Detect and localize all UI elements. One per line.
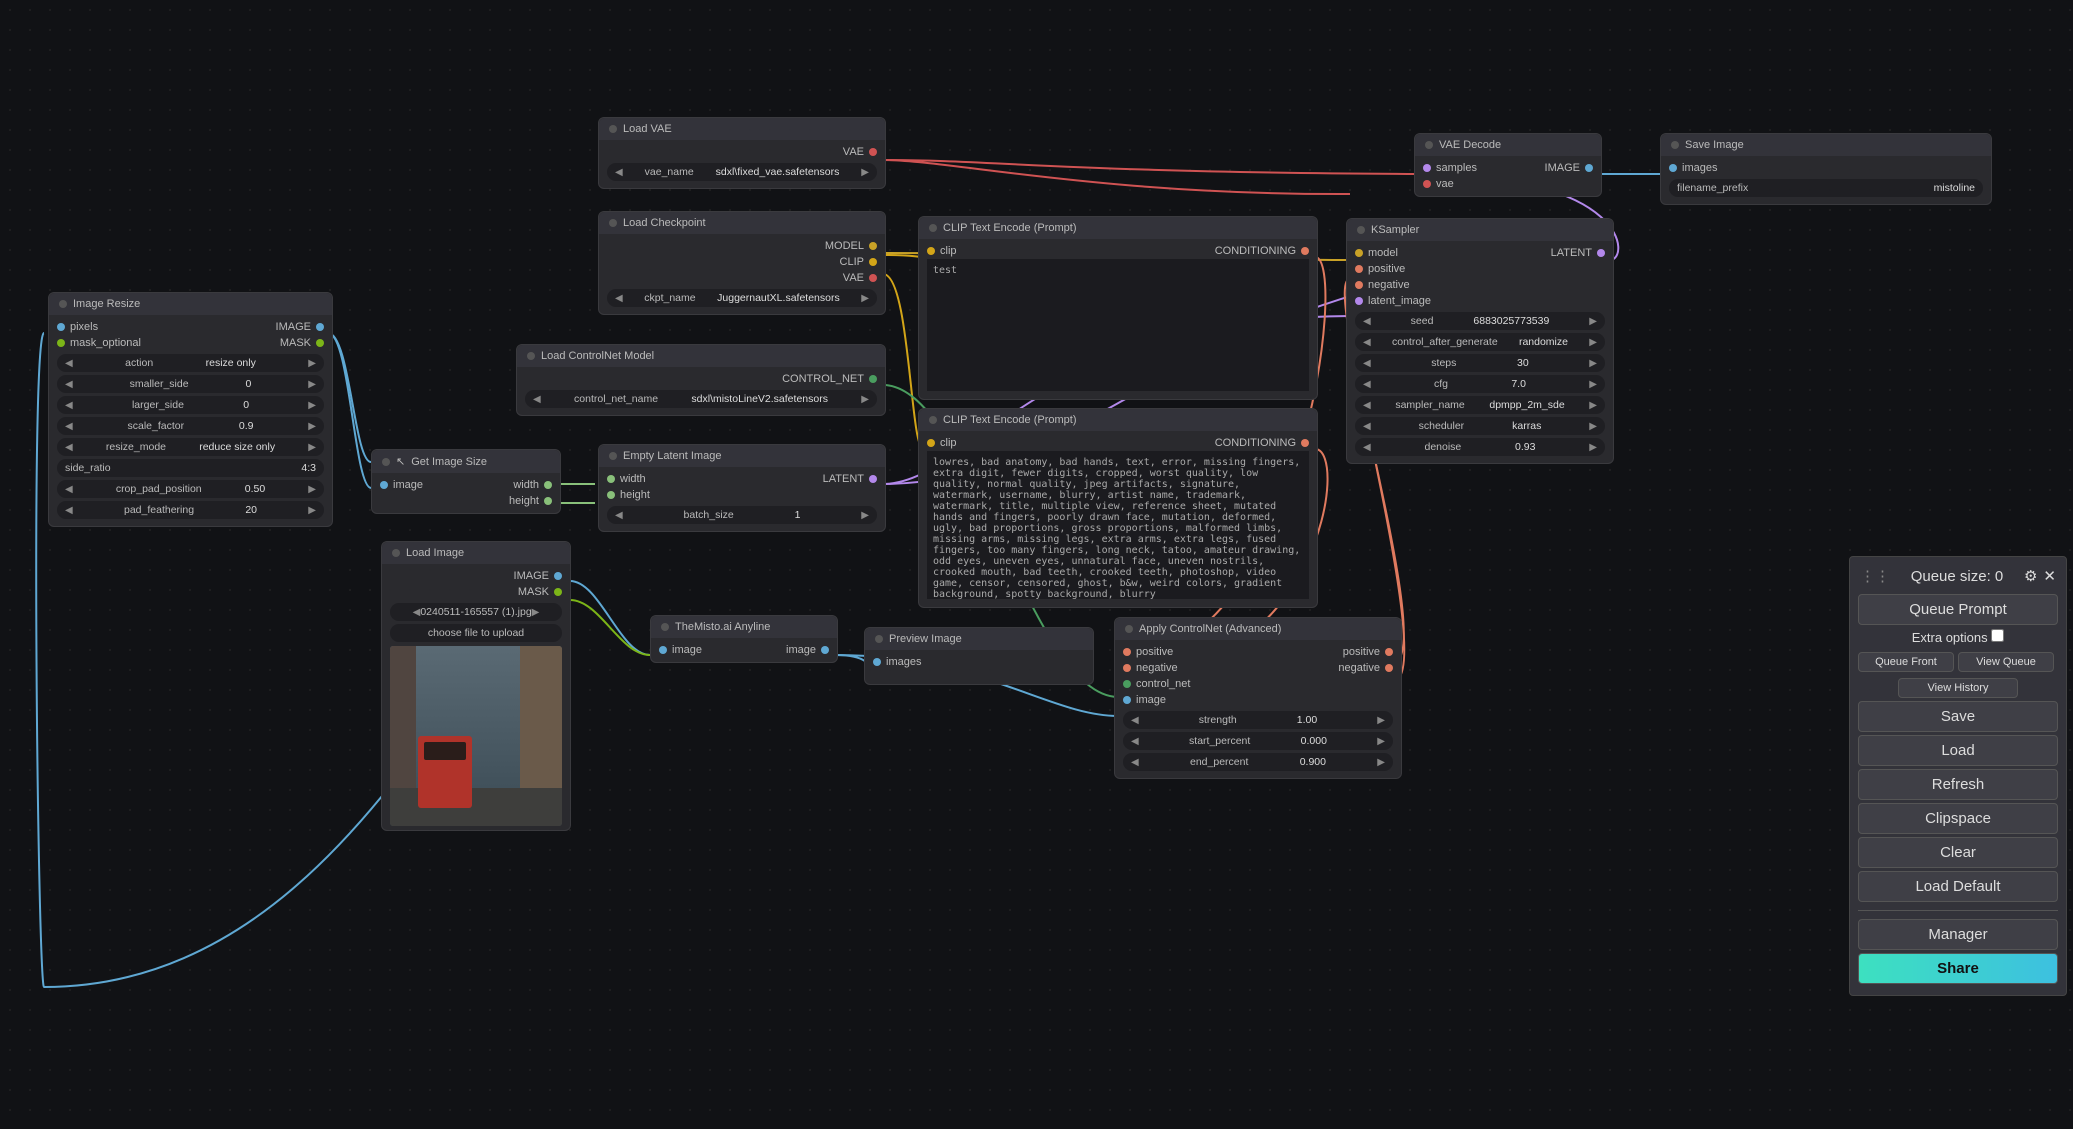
node-header[interactable]: Image Resize <box>49 293 332 315</box>
extra-options-checkbox[interactable] <box>1991 629 2004 642</box>
queue-prompt-button[interactable]: Queue Prompt <box>1858 594 2058 625</box>
prompt-text-negative[interactable] <box>927 451 1309 599</box>
widget-pad-feathering[interactable]: ◀pad_feathering20▶ <box>57 501 324 519</box>
node-load-checkpoint[interactable]: Load Checkpoint MODEL CLIP VAE ◀ckpt_nam… <box>598 211 886 315</box>
node-save-image[interactable]: Save Image images filename_prefixmistoli… <box>1660 133 1992 205</box>
node-clip-encode-negative[interactable]: CLIP Text Encode (Prompt) clipCONDITIONI… <box>918 408 1318 608</box>
chevron-left-icon: ◀ <box>65 358 73 369</box>
widget-scheduler[interactable]: ◀schedulerkarras▶ <box>1355 417 1605 435</box>
share-button[interactable]: Share <box>1858 953 2058 984</box>
node-themisto[interactable]: TheMisto.ai Anyline imageimage <box>650 615 838 663</box>
node-load-image[interactable]: Load Image IMAGE MASK ◀0240511-165557 (1… <box>381 541 571 831</box>
node-clip-encode-positive[interactable]: CLIP Text Encode (Prompt) clipCONDITIONI… <box>918 216 1318 400</box>
widget-filename[interactable]: ◀0240511-165557 (1).jpg▶ <box>390 603 562 621</box>
widget-cnet-name[interactable]: ◀control_net_namesdxl\mistoLineV2.safete… <box>525 390 877 408</box>
widget-steps[interactable]: ◀steps30▶ <box>1355 354 1605 372</box>
view-history-button[interactable]: View History <box>1898 678 2018 698</box>
node-load-controlnet[interactable]: Load ControlNet Model CONTROL_NET ◀contr… <box>516 344 886 416</box>
widget-crop-pad[interactable]: ◀crop_pad_position0.50▶ <box>57 480 324 498</box>
widget-start-percent[interactable]: ◀start_percent0.000▶ <box>1123 732 1393 750</box>
refresh-button[interactable]: Refresh <box>1858 769 2058 800</box>
node-image-resize[interactable]: Image Resize pixelsIMAGE mask_optionalMA… <box>48 292 333 527</box>
manager-button[interactable]: Manager <box>1858 919 2058 950</box>
node-load-vae[interactable]: Load VAE VAE ◀vae_namesdxl\fixed_vae.saf… <box>598 117 886 189</box>
clear-button[interactable]: Clear <box>1858 837 2058 868</box>
widget-side-ratio[interactable]: side_ratio4:3 <box>57 459 324 477</box>
node-apply-controlnet[interactable]: Apply ControlNet (Advanced) positiveposi… <box>1114 617 1402 779</box>
control-panel[interactable]: ⋮⋮ Queue size: 0 ⚙ ✕ Queue Prompt Extra … <box>1849 556 2067 996</box>
view-queue-button[interactable]: View Queue <box>1958 652 2054 672</box>
save-button[interactable]: Save <box>1858 701 2058 732</box>
widget-filename-prefix[interactable]: filename_prefixmistoline <box>1669 179 1983 197</box>
clipspace-button[interactable]: Clipspace <box>1858 803 2058 834</box>
node-title: Image Resize <box>73 298 140 310</box>
widget-end-percent[interactable]: ◀end_percent0.900▶ <box>1123 753 1393 771</box>
load-button[interactable]: Load <box>1858 735 2058 766</box>
image-preview <box>390 646 562 826</box>
node-preview-image[interactable]: Preview Image images <box>864 627 1094 685</box>
widget-strength[interactable]: ◀strength1.00▶ <box>1123 711 1393 729</box>
widget-cfg[interactable]: ◀cfg7.0▶ <box>1355 375 1605 393</box>
prompt-text-positive[interactable] <box>927 259 1309 391</box>
gear-icon[interactable]: ⚙ <box>2024 567 2037 585</box>
widget-seed[interactable]: ◀seed6883025773539▶ <box>1355 312 1605 330</box>
widget-smaller-side[interactable]: ◀smaller_side0▶ <box>57 375 324 393</box>
extra-options-toggle[interactable]: Extra options <box>1858 629 2058 645</box>
node-empty-latent[interactable]: Empty Latent Image widthLATENT height ◀b… <box>598 444 886 532</box>
widget-control-after[interactable]: ◀control_after_generaterandomize▶ <box>1355 333 1605 351</box>
load-default-button[interactable]: Load Default <box>1858 871 2058 902</box>
drag-handle-icon[interactable]: ⋮⋮ <box>1860 567 1890 585</box>
chevron-right-icon: ▶ <box>308 358 316 369</box>
close-icon[interactable]: ✕ <box>2043 567 2056 585</box>
widget-action[interactable]: ◀actionresize only▶ <box>57 354 324 372</box>
node-get-image-size[interactable]: ↖Get Image Size imagewidth height <box>371 449 561 514</box>
widget-denoise[interactable]: ◀denoise0.93▶ <box>1355 438 1605 456</box>
widget-scale-factor[interactable]: ◀scale_factor0.9▶ <box>57 417 324 435</box>
node-ksampler[interactable]: KSampler modelLATENT positive negative l… <box>1346 218 1614 464</box>
widget-sampler[interactable]: ◀sampler_namedpmpp_2m_sde▶ <box>1355 396 1605 414</box>
widget-ckpt-name[interactable]: ◀ckpt_nameJuggernautXL.safetensors▶ <box>607 289 877 307</box>
widget-vae-name[interactable]: ◀vae_namesdxl\fixed_vae.safetensors▶ <box>607 163 877 181</box>
widget-batch-size[interactable]: ◀batch_size1▶ <box>607 506 877 524</box>
node-vae-decode[interactable]: VAE Decode samplesIMAGE vae <box>1414 133 1602 197</box>
upload-button[interactable]: choose file to upload <box>390 624 562 642</box>
widget-larger-side[interactable]: ◀larger_side0▶ <box>57 396 324 414</box>
queue-front-button[interactable]: Queue Front <box>1858 652 1954 672</box>
widget-resize-mode[interactable]: ◀resize_modereduce size only▶ <box>57 438 324 456</box>
